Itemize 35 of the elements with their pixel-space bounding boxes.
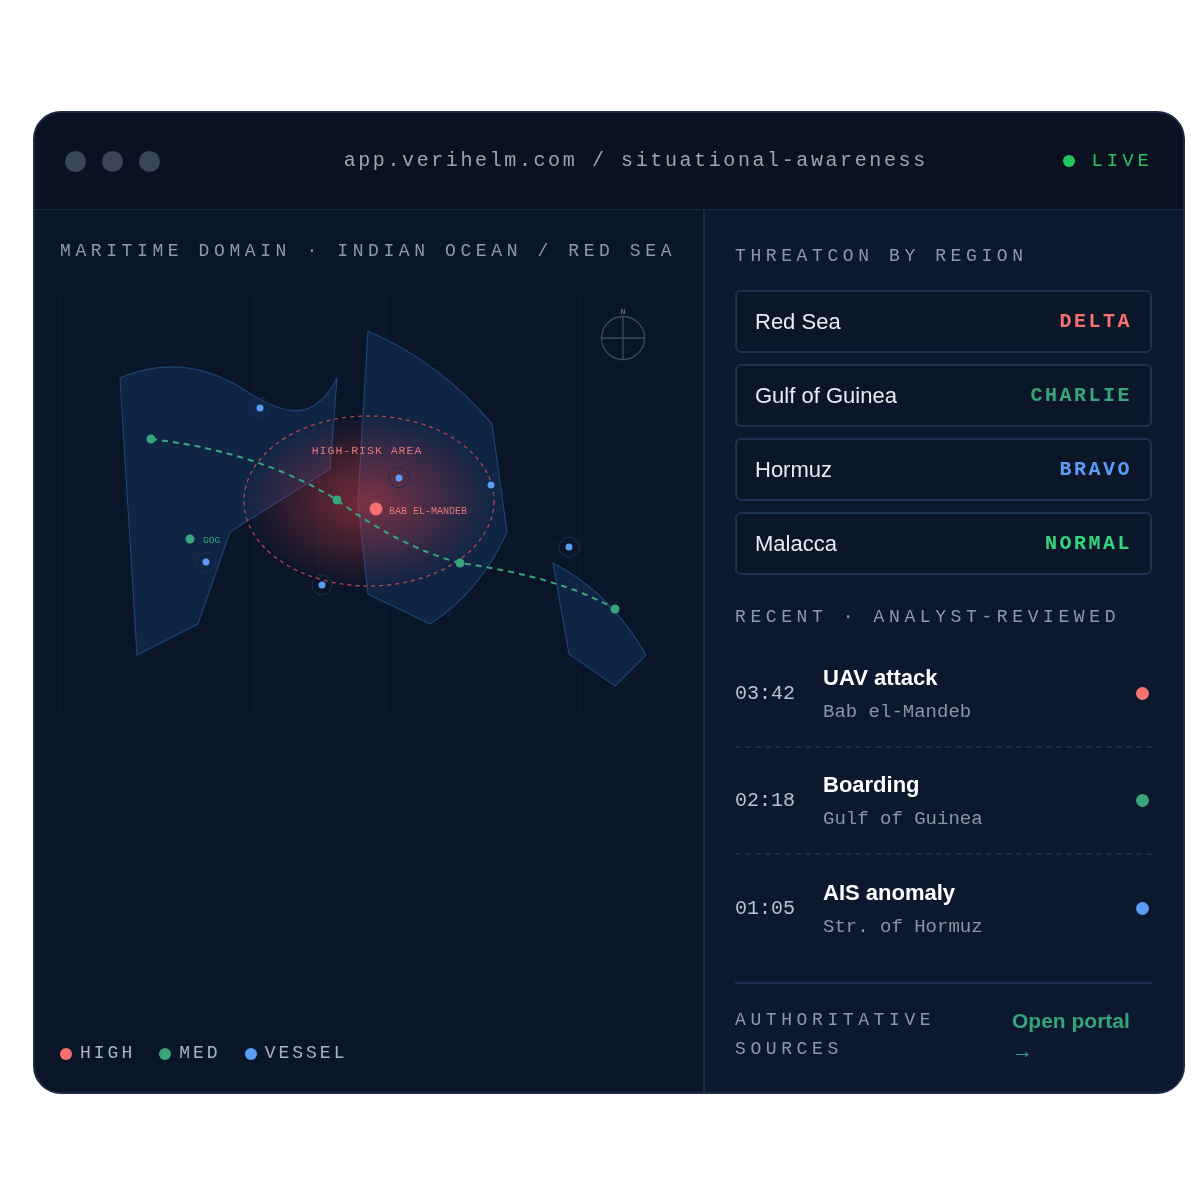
event-location: Bab el-Mandeb [823,699,973,725]
region-name: Hormuz [755,456,832,484]
region-card[interactable]: Malacca NORMAL [735,512,1152,575]
event-location: Str. of Hormuz [823,914,984,940]
event-location: Gulf of Guinea [823,806,984,832]
legend-label: MED [179,1042,221,1065]
live-status: LIVE [1091,148,1153,174]
threat-level: CHARLIE [1030,382,1132,409]
region-name: Gulf of Guinea [755,382,897,410]
threat-level: NORMAL [1045,530,1132,557]
zone-label: HIGH-RISK AREA [311,444,423,457]
open-portal-link[interactable]: Open portal → [1012,1006,1152,1067]
legend-label: VESSEL [264,1042,348,1065]
region-card[interactable]: Hormuz BRAVO [735,438,1152,501]
region-card[interactable]: Red Sea DELTA [735,290,1152,353]
event-title: AIS anomaly [823,878,957,907]
waypoint-label: GOG [203,535,221,546]
incident-label: BAB EL-MANDEB [389,506,467,517]
section-heading: THREATCON BY REGION [735,245,1029,268]
event-time: 03:42 [735,680,796,707]
threat-level: DELTA [1059,308,1132,335]
address-text: app.verihelm.com / situational-awareness [343,149,928,172]
threat-level: BRAVO [1059,456,1132,483]
region-name: Red Sea [755,308,841,336]
sources-label: AUTHORITATIVE SOURCES [735,1009,935,1061]
event-title: UAV attack [823,663,939,692]
region-card[interactable]: Gulf of Guinea CHARLIE [735,364,1152,427]
section-heading: RECENT · ANALYST-REVIEWED [735,606,1122,629]
event-time: 01:05 [735,895,796,922]
map-title: MARITIME DOMAIN · INDIAN OCEAN / RED SEA [59,240,678,263]
region-name: Malacca [755,530,837,558]
compass-label: N [620,307,626,316]
legend-label: HIGH [80,1042,136,1065]
event-time: 02:18 [735,787,796,814]
event-title: Boarding [823,770,921,799]
